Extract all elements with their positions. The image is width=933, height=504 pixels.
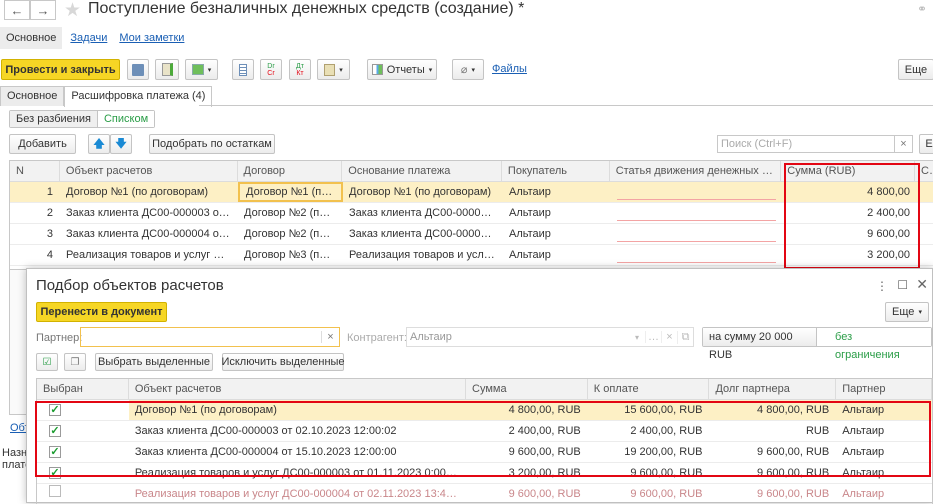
counterparty-dropdown-icon[interactable]: ▾ <box>629 333 645 342</box>
col-object[interactable]: Объект расчетов <box>129 379 467 399</box>
amount-limit-toggle: на сумму 20 000 RUB без ограничения <box>702 327 932 361</box>
dialog-table-header: Выбран Объект расчетов Сумма К оплате До… <box>37 379 932 400</box>
col-selected[interactable]: Выбран <box>37 379 129 399</box>
select-selected-button[interactable]: Выбрать выделенные <box>95 353 213 371</box>
counterparty-clear-icon[interactable]: × <box>661 331 677 343</box>
dialog-more-button[interactable]: Еще ▾ <box>885 302 929 322</box>
row-checkbox-cell <box>37 484 129 504</box>
col-sum[interactable]: Сумма <box>466 379 588 399</box>
row-checkbox[interactable] <box>49 485 61 497</box>
col-partner[interactable]: Партнер <box>836 379 932 399</box>
dialog-menu-icon[interactable]: ⋮ <box>876 279 888 293</box>
dropdown-arrow-icon: ▾ <box>918 309 922 316</box>
amount-limit-option-none[interactable]: без ограничения <box>817 328 931 361</box>
close-icon[interactable]: ✕ <box>916 276 928 293</box>
dialog-title: Подбор объектов расчетов <box>36 277 224 294</box>
uncheck-all-icon: ❐ <box>70 356 80 368</box>
col-partner-debt[interactable]: Долг партнера <box>709 379 837 399</box>
counterparty-open-icon[interactable]: ⧉ <box>677 330 693 344</box>
check-all-icon: ☑ <box>42 356 52 368</box>
amount-limit-option-sum[interactable]: на сумму 20 000 RUB <box>703 328 818 361</box>
counterparty-select-icon[interactable]: … <box>645 331 661 343</box>
row-object: Реализация товаров и услуг ДС00-000004 о… <box>134 488 467 500</box>
uncheck-all-button[interactable]: ❐ <box>64 353 86 371</box>
dialog-more-label: Еще <box>892 306 915 318</box>
row-sum: 9 600,00, RUB <box>508 488 581 500</box>
counterparty-input[interactable]: Альтаир ▾ … × ⧉ <box>406 327 694 347</box>
col-to-pay[interactable]: К оплате <box>588 379 710 399</box>
transfer-to-document-button[interactable]: Перенести в документ <box>36 302 167 322</box>
exclude-selected-button[interactable]: Исключить выделенные <box>221 353 345 371</box>
selected-rows-highlight <box>35 401 931 477</box>
dialog-table-row[interactable]: Реализация товаров и услуг ДС00-000004 о… <box>37 484 932 504</box>
partner-clear-icon[interactable]: × <box>321 331 339 343</box>
partner-input[interactable]: × <box>80 327 340 347</box>
row-to-pay: 9 600,00, RUB <box>630 488 703 500</box>
counterparty-value: Альтаир <box>410 331 452 343</box>
maximize-icon[interactable]: ☐ <box>897 278 908 292</box>
row-debt: 9 600,00, RUB <box>757 488 830 500</box>
counterparty-label: Контрагент: <box>347 332 407 344</box>
check-all-button[interactable]: ☑ <box>36 353 58 371</box>
row-partner: Альтаир <box>842 488 885 500</box>
partner-label: Партнер: <box>36 332 83 344</box>
